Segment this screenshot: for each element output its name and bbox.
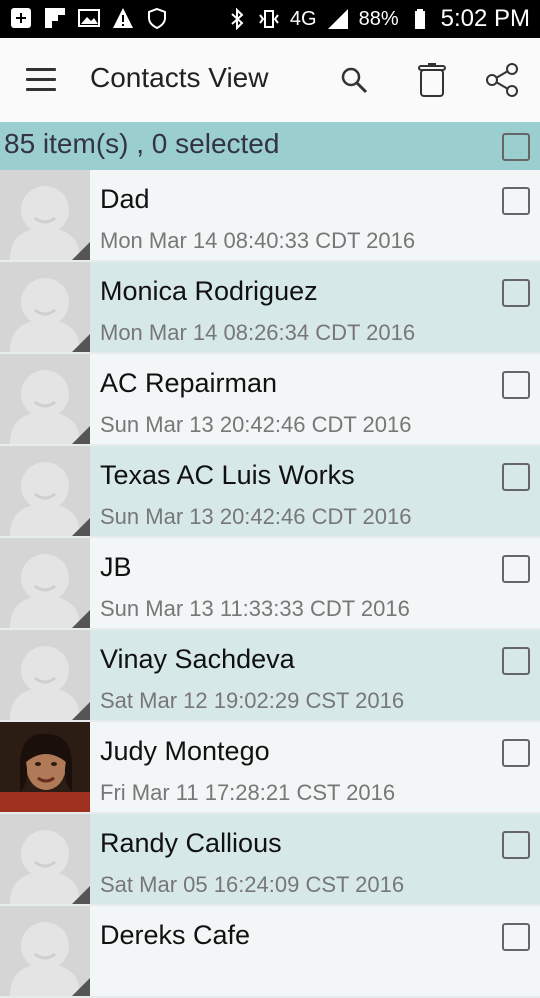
shield-icon — [146, 7, 168, 29]
default-avatar-icon[interactable] — [0, 538, 90, 628]
contact-checkbox[interactable] — [502, 463, 530, 491]
network-type: 4G — [289, 8, 317, 30]
status-left-icons — [10, 7, 168, 29]
contact-name: Dad — [100, 184, 150, 214]
signal-icon — [327, 8, 349, 30]
default-avatar-icon[interactable] — [0, 446, 90, 536]
contact-name: AC Repairman — [100, 368, 278, 398]
contact-checkbox[interactable] — [502, 555, 530, 583]
default-avatar-icon[interactable] — [0, 630, 90, 720]
contact-name: Judy Montego — [100, 736, 270, 766]
contact-row[interactable]: Randy Callious Sat Mar 05 16:24:09 CST 20… — [0, 814, 540, 906]
contact-row[interactable]: Dad Mon Mar 14 08:40:33 CDT 2016 — [0, 170, 540, 262]
contact-date: Sun Mar 13 20:42:46 CDT 2016 — [100, 504, 412, 529]
vibrate-icon — [258, 8, 280, 30]
contact-checkbox[interactable] — [502, 187, 530, 215]
contact-date: Mon Mar 14 08:40:33 CDT 2016 — [100, 228, 416, 253]
contact-date: Sat Mar 12 19:02:29 CST 2016 — [100, 688, 405, 713]
image-icon — [78, 7, 100, 29]
contact-date: Fri Mar 11 17:28:21 CST 2016 — [100, 780, 396, 805]
contact-date: Sat Mar 05 16:24:09 CST 2016 — [100, 872, 405, 897]
status-right-icons: 4G 88% 5:02 PM — [226, 5, 530, 33]
contact-name: Texas AC Luis Works — [100, 460, 355, 490]
contact-row[interactable]: Vinay Sachdeva Sat Mar 12 19:02:29 CST 20… — [0, 630, 540, 722]
contact-name: JB — [100, 552, 132, 582]
contact-row[interactable]: Dereks Cafe — [0, 906, 540, 998]
add-box-icon — [10, 7, 32, 29]
clock: 5:02 PM — [440, 5, 530, 32]
flipboard-icon — [44, 7, 66, 29]
share-icon[interactable] — [480, 58, 524, 102]
trash-icon[interactable] — [410, 58, 454, 102]
page-title: Contacts View — [90, 62, 269, 93]
contact-photo[interactable] — [0, 722, 90, 812]
default-avatar-icon[interactable] — [0, 262, 90, 352]
select-all-checkbox[interactable] — [502, 133, 530, 161]
search-icon[interactable] — [332, 58, 376, 102]
contact-name: Vinay Sachdeva — [100, 644, 295, 674]
contact-date: Mon Mar 14 08:26:34 CDT 2016 — [100, 320, 416, 345]
app-bar: Contacts View — [0, 38, 540, 122]
contact-checkbox[interactable] — [502, 279, 530, 307]
contact-row[interactable]: Monica Rodriguez Mon Mar 14 08:26:34 CDT … — [0, 262, 540, 354]
contact-date: Sun Mar 13 11:33:33 CDT 2016 — [100, 596, 410, 621]
contact-row[interactable]: JB Sun Mar 13 11:33:33 CDT 2016 — [0, 538, 540, 630]
contact-checkbox[interactable] — [502, 739, 530, 767]
contact-name: Randy Callious — [100, 828, 282, 858]
default-avatar-icon[interactable] — [0, 354, 90, 444]
selection-summary-text: 85 item(s) , 0 selected — [4, 128, 280, 159]
battery-icon — [409, 8, 431, 30]
contact-row[interactable]: Judy Montego Fri Mar 11 17:28:21 CST 2016 — [0, 722, 540, 814]
contact-row[interactable]: AC Repairman Sun Mar 13 20:42:46 CDT 2016 — [0, 354, 540, 446]
selection-summary-bar: 85 item(s) , 0 selected — [0, 122, 540, 170]
menu-icon[interactable] — [26, 68, 56, 92]
contact-checkbox[interactable] — [502, 371, 530, 399]
status-bar: 4G 88% 5:02 PM — [0, 0, 540, 38]
warning-icon — [112, 7, 134, 29]
contact-name: Dereks Cafe — [100, 920, 251, 950]
contact-name: Monica Rodriguez — [100, 276, 318, 306]
contact-row[interactable]: Texas AC Luis Works Sun Mar 13 20:42:46 C… — [0, 446, 540, 538]
contact-checkbox[interactable] — [502, 831, 530, 859]
contact-date: Sun Mar 13 20:42:46 CDT 2016 — [100, 412, 412, 437]
contact-checkbox[interactable] — [502, 647, 530, 675]
default-avatar-icon[interactable] — [0, 814, 90, 904]
contact-checkbox[interactable] — [502, 923, 530, 951]
default-avatar-icon[interactable] — [0, 170, 90, 260]
bluetooth-icon — [226, 8, 248, 30]
default-avatar-icon[interactable] — [0, 906, 90, 996]
contact-list: Dad Mon Mar 14 08:40:33 CDT 2016 Monica Ro… — [0, 170, 540, 998]
battery-percent: 88% — [358, 8, 399, 30]
